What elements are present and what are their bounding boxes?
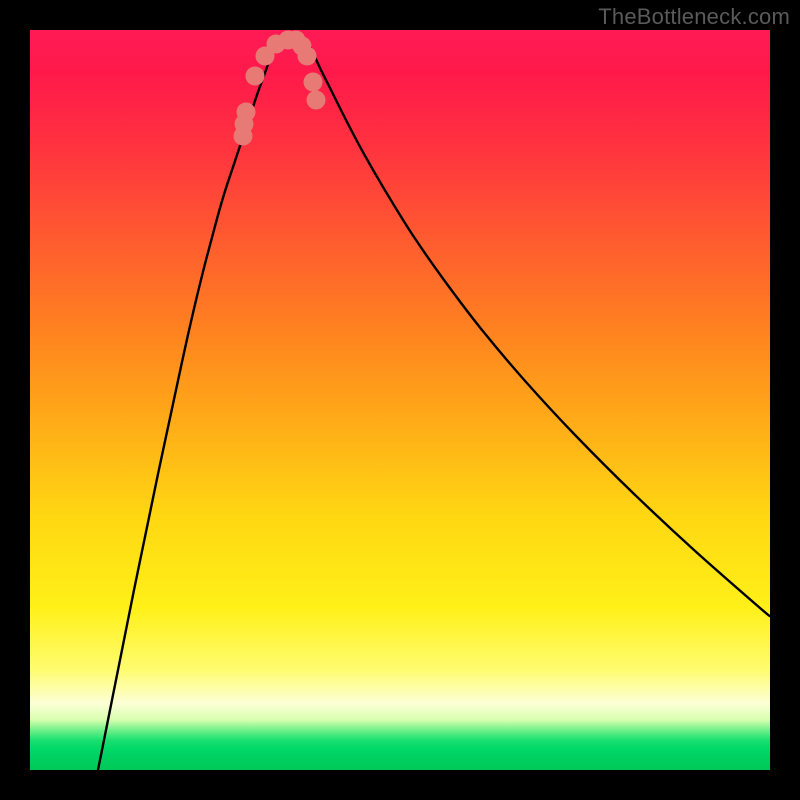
marker-group	[234, 31, 326, 146]
left-curve	[98, 46, 274, 770]
marker-point	[307, 91, 326, 110]
plot-area	[30, 30, 770, 770]
marker-point	[237, 103, 256, 122]
marker-point	[246, 67, 265, 86]
right-curve	[310, 46, 770, 616]
chart-svg	[30, 30, 770, 770]
watermark-text: TheBottleneck.com	[598, 4, 790, 30]
marker-point	[298, 47, 317, 66]
chart-frame: TheBottleneck.com	[0, 0, 800, 800]
marker-point	[304, 73, 323, 92]
